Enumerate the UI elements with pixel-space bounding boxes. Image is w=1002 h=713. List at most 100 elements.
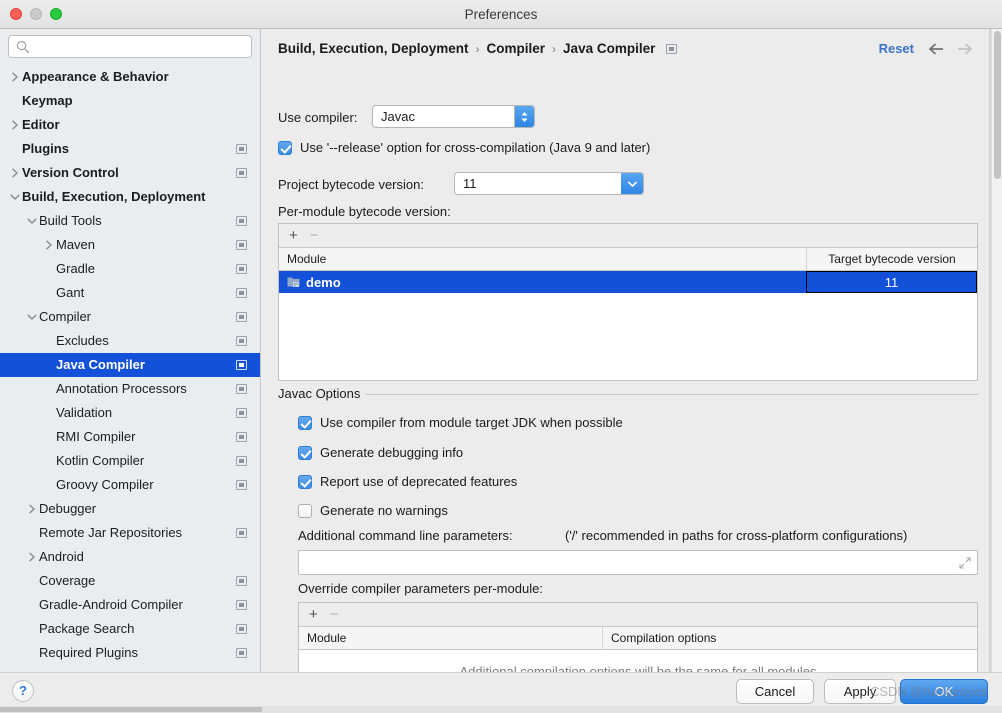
sidebar-item-remote-jar-repositories[interactable]: Remote Jar Repositories xyxy=(0,521,260,545)
checkbox-row-generate-debugging-info[interactable]: Generate debugging info xyxy=(298,445,463,460)
use-module-jdk-checkbox[interactable] xyxy=(298,415,312,430)
sidebar-item-build-tools[interactable]: Build Tools xyxy=(0,209,260,233)
breadcrumb-separator-2: › xyxy=(552,41,557,56)
chevron-down-icon[interactable] xyxy=(8,185,22,209)
breadcrumb-part-2[interactable]: Compiler xyxy=(487,41,546,56)
tree-icon-spacer xyxy=(236,96,247,106)
vertical-scrollbar-thumb[interactable] xyxy=(994,31,1001,179)
generate-no-warnings-checkbox[interactable] xyxy=(298,503,312,518)
chevron-down-icon[interactable] xyxy=(25,305,39,329)
sidebar-item-annotation-processors[interactable]: Annotation Processors xyxy=(0,377,260,401)
sidebar-item-kotlin-compiler[interactable]: Kotlin Compiler xyxy=(0,449,260,473)
add-row-icon[interactable]: + xyxy=(289,228,298,243)
sidebar-search-wrap xyxy=(0,29,260,62)
override-column-header-compilation-options[interactable]: Compilation options xyxy=(602,627,977,649)
chevron-right-icon[interactable] xyxy=(8,113,22,137)
window-title: Preferences xyxy=(464,7,538,22)
vertical-scrollbar[interactable] xyxy=(991,29,1002,672)
chevron-down-icon[interactable] xyxy=(621,173,643,194)
remove-row-icon[interactable]: − xyxy=(310,228,319,243)
expand-icon[interactable] xyxy=(959,556,971,569)
checkbox-row-generate-no-warnings[interactable]: Generate no warnings xyxy=(298,503,448,518)
override-params-table: + − Module Compilation options Additiona… xyxy=(298,602,978,672)
preferences-window: Preferences Appearance & Behavior Keymap E… xyxy=(0,0,1002,713)
sidebar-item-gant[interactable]: Gant xyxy=(0,281,260,305)
sidebar-item-label: Remote Jar Repositories xyxy=(39,525,183,540)
sidebar-item-version-control[interactable]: Version Control xyxy=(0,161,260,185)
sidebar-item-package-search[interactable]: Package Search xyxy=(0,617,260,641)
sidebar-item-android[interactable]: Android xyxy=(0,545,260,569)
use-compiler-combo[interactable]: Javac xyxy=(372,105,535,128)
table-row[interactable]: demo 11 xyxy=(279,271,977,293)
project-config-icon xyxy=(236,216,247,226)
override-remove-row-icon[interactable]: − xyxy=(330,607,339,622)
sidebar-item-label: Debugger xyxy=(39,501,97,516)
override-add-row-icon[interactable]: + xyxy=(309,607,318,622)
chevron-right-icon[interactable] xyxy=(25,497,39,521)
use-compiler-stepper-icon[interactable] xyxy=(514,106,534,127)
chevron-right-icon[interactable] xyxy=(25,545,39,569)
sidebar-item-label: Java Compiler xyxy=(56,357,145,372)
cell-target-bytecode[interactable]: 11 xyxy=(806,271,977,293)
additional-params-label: Additional command line parameters: xyxy=(298,528,513,543)
horizontal-scrollbar-thumb[interactable] xyxy=(0,707,262,712)
override-table-toolbar: + − xyxy=(299,603,977,627)
sidebar-item-maven[interactable]: Maven xyxy=(0,233,260,257)
ok-button[interactable]: OK xyxy=(900,679,988,704)
column-header-target-bytecode[interactable]: Target bytecode version xyxy=(806,248,977,270)
release-option-row[interactable]: Use '--release' option for cross-compila… xyxy=(278,140,650,155)
chevron-right-icon[interactable] xyxy=(8,161,22,185)
sidebar-item-required-plugins[interactable]: Required Plugins xyxy=(0,641,260,665)
search-input[interactable] xyxy=(35,36,247,57)
sidebar-item-coverage[interactable]: Coverage xyxy=(0,569,260,593)
checkbox-row-use-module-jdk[interactable]: Use compiler from module target JDK when… xyxy=(298,415,623,430)
breadcrumb-part-1[interactable]: Build, Execution, Deployment xyxy=(278,41,469,56)
sidebar-item-gradle-android-compiler[interactable]: Gradle-Android Compiler xyxy=(0,593,260,617)
sidebar-item-build-execution-deployment[interactable]: Build, Execution, Deployment xyxy=(0,185,260,209)
sidebar-item-compiler[interactable]: Compiler xyxy=(0,305,260,329)
project-bytecode-combo[interactable]: 11 xyxy=(454,172,644,195)
override-column-header-module[interactable]: Module xyxy=(299,627,602,649)
help-button[interactable]: ? xyxy=(12,680,34,702)
sidebar-item-editor[interactable]: Editor xyxy=(0,113,260,137)
release-option-checkbox[interactable] xyxy=(278,140,292,155)
sidebar-item-gradle[interactable]: Gradle xyxy=(0,257,260,281)
generate-debugging-info-checkbox[interactable] xyxy=(298,445,312,460)
sidebar-item-plugins[interactable]: Plugins xyxy=(0,137,260,161)
checkbox-row-report-deprecated[interactable]: Report use of deprecated features xyxy=(298,474,517,489)
forward-arrow-icon xyxy=(955,40,975,58)
sidebar-item-java-compiler[interactable]: Java Compiler xyxy=(0,353,260,377)
sidebar-item-excludes[interactable]: Excludes xyxy=(0,329,260,353)
sidebar-item-label: Package Search xyxy=(39,621,135,636)
additional-params-field[interactable] xyxy=(298,550,978,575)
sidebar-item-label: Keymap xyxy=(22,93,73,108)
search-icon xyxy=(16,40,30,54)
cell-module[interactable]: demo xyxy=(279,271,806,293)
cancel-button[interactable]: Cancel xyxy=(736,679,814,704)
horizontal-scrollbar[interactable] xyxy=(0,706,1002,713)
sidebar-item-keymap[interactable]: Keymap xyxy=(0,89,260,113)
sidebar-item-rmi-compiler[interactable]: RMI Compiler xyxy=(0,425,260,449)
search-box[interactable] xyxy=(8,35,252,58)
sidebar-item-validation[interactable]: Validation xyxy=(0,401,260,425)
column-header-module[interactable]: Module xyxy=(279,248,806,270)
sidebar-item-label: Editor xyxy=(22,117,60,132)
reset-link[interactable]: Reset xyxy=(879,41,914,56)
chevron-right-icon[interactable] xyxy=(42,233,56,257)
project-config-icon xyxy=(236,288,247,298)
chevron-down-icon[interactable] xyxy=(25,209,39,233)
sidebar-item-groovy-compiler[interactable]: Groovy Compiler xyxy=(0,473,260,497)
sidebar-item-appearance-behavior[interactable]: Appearance & Behavior xyxy=(0,65,260,89)
override-table-header: Module Compilation options xyxy=(299,627,977,650)
sidebar-item-debugger[interactable]: Debugger xyxy=(0,497,260,521)
apply-button[interactable]: Apply xyxy=(824,679,896,704)
report-deprecated-checkbox[interactable] xyxy=(298,474,312,489)
breadcrumb-part-3[interactable]: Java Compiler xyxy=(563,41,655,56)
override-empty-message: Additional compilation options will be t… xyxy=(459,664,817,672)
chevron-right-icon[interactable] xyxy=(8,65,22,89)
back-arrow-icon[interactable] xyxy=(926,40,946,58)
